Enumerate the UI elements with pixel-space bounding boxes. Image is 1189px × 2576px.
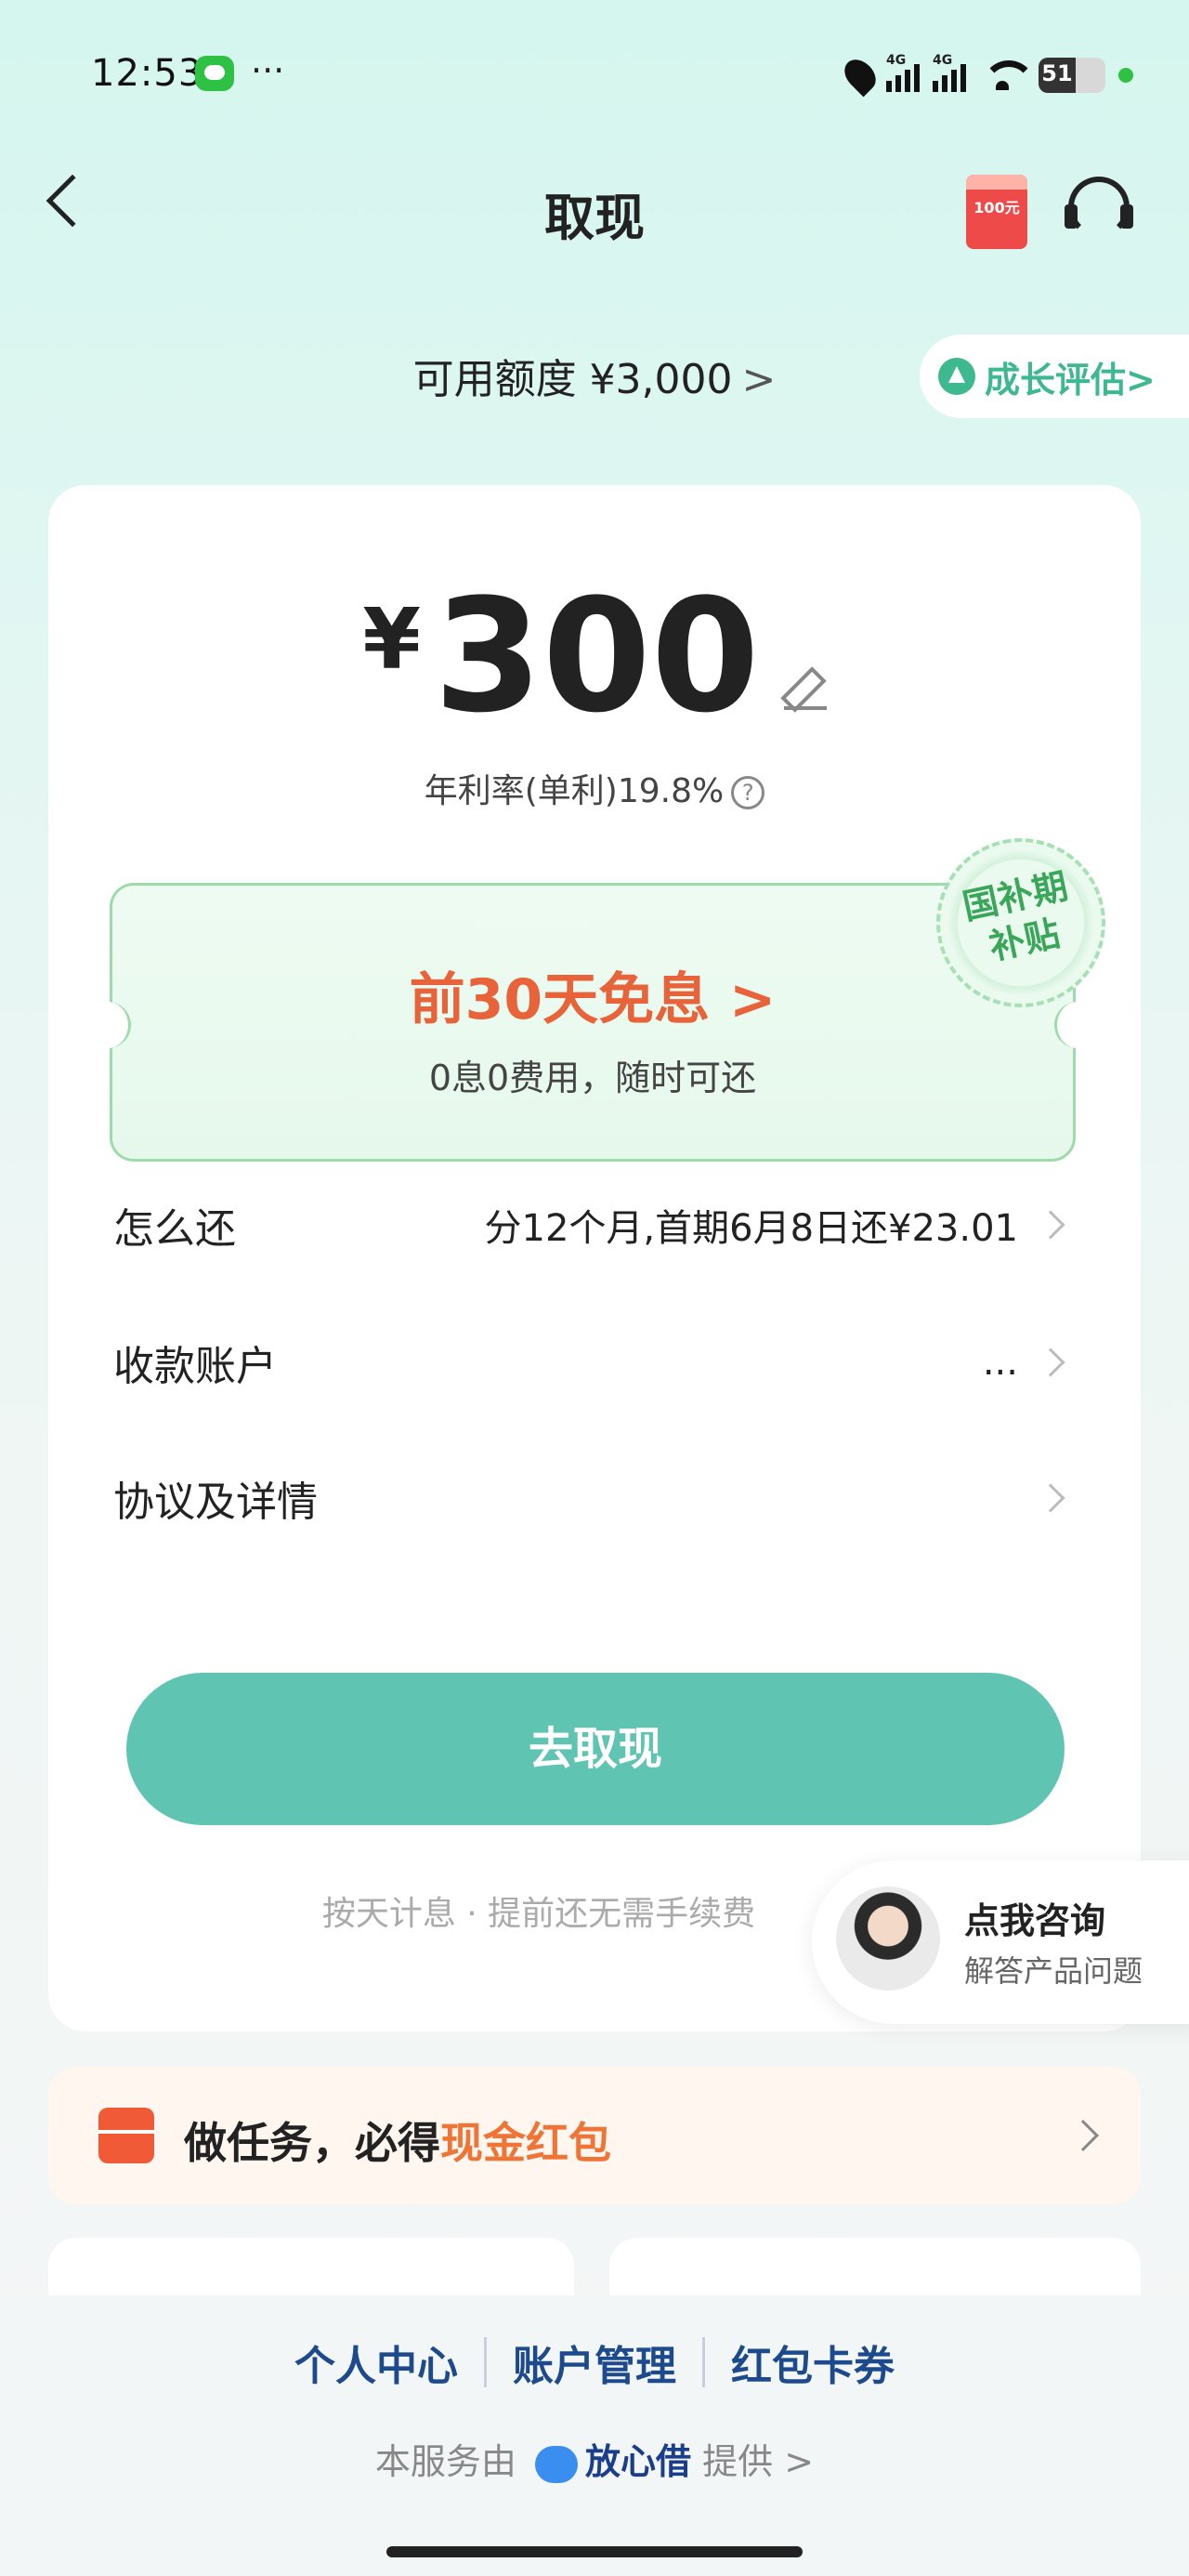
footer-links: 个人中心 账户管理 红包卡券 (0, 2333, 1189, 2392)
receiving-account-row[interactable]: 收款账户 ... (113, 1325, 1070, 1400)
status-icons: 4G 4G 51 (838, 52, 1133, 99)
divider (702, 2337, 705, 2387)
network-tag: 4G (886, 53, 907, 68)
interest-free-promo[interactable]: 前30天免息 > 0息0费用，随时可还 (107, 883, 1078, 1162)
receiving-account-value: ... (982, 1341, 1018, 1384)
divider (484, 2337, 487, 2387)
promo-subtitle: 0息0费用，随时可还 (428, 1058, 757, 1098)
receiving-account-label: 收款账户 (113, 1343, 277, 1390)
growth-assessment-button[interactable]: 成长评估> (920, 335, 1189, 418)
help-icon[interactable]: ? (731, 776, 765, 809)
message-app-icon (195, 56, 234, 91)
provider-prefix: 本服务由 (374, 2441, 516, 2482)
personal-center-link[interactable]: 个人中心 (294, 2333, 458, 2392)
coupons-link[interactable]: 红包卡券 (731, 2333, 895, 2392)
available-credit-text: 可用额度 ¥3,000 (412, 356, 733, 403)
repayment-plan-value: 分12个月,首期6月8日还¥23.01 (484, 1207, 1018, 1250)
agreement-details-label: 协议及详情 (113, 1479, 318, 1526)
amount-display[interactable]: ¥300 (48, 578, 1141, 734)
brand-logo-icon (535, 2445, 579, 2483)
agreement-details-row[interactable]: 协议及详情 (113, 1461, 1070, 1535)
chevron-right-icon (1036, 1210, 1065, 1240)
withdraw-button[interactable]: 去取现 (126, 1673, 1065, 1825)
arrow-up-icon (938, 358, 975, 395)
withdraw-card: ¥300 年利率(单利)19.8%? 前30天免息 > 0息0费用，随时可还 国… (48, 485, 1141, 2031)
signal-icon-2: 4G (933, 53, 966, 92)
privacy-indicator-icon (1118, 68, 1133, 83)
edit-icon[interactable] (783, 667, 827, 710)
repayment-plan-row[interactable]: 怎么还 分12个月,首期6月8日还¥23.01 (113, 1188, 1070, 1262)
red-packet-icon[interactable]: 100元 (966, 175, 1027, 249)
wifi-icon (979, 59, 1036, 92)
location-icon (838, 53, 882, 98)
chevron-right-icon: > (741, 356, 777, 403)
account-management-link[interactable]: 账户管理 (513, 2333, 676, 2392)
chevron-right-icon (1067, 2120, 1099, 2151)
currency-symbol: ¥ (362, 591, 421, 689)
task-text: 做任务，必得现金红包 (184, 2109, 611, 2171)
red-packet-label: 100元 (973, 199, 1020, 217)
battery-level: 51 (1041, 60, 1073, 86)
amount-value: 300 (433, 565, 760, 747)
signal-icon: 4G (886, 53, 920, 92)
chevron-right-icon (1036, 1483, 1065, 1513)
red-packet-icon (98, 2108, 154, 2163)
interest-rate-text: 年利率(单利)19.8% (424, 772, 725, 810)
repayment-plan-label: 怎么还 (113, 1205, 236, 1253)
task-text-prefix: 做任务，必得 (184, 2118, 440, 2168)
status-time: 12:53 (91, 52, 203, 95)
provider-suffix: 提供 > (702, 2441, 815, 2482)
consult-title: 点我咨询 (964, 1900, 1106, 1941)
consult-subtitle: 解答产品问题 (964, 1953, 1143, 1989)
consult-floating-button[interactable]: 点我咨询 解答产品问题 (812, 1860, 1189, 2024)
interest-rate: 年利率(单利)19.8%? (48, 764, 1141, 812)
customer-service-icon[interactable] (1065, 177, 1133, 238)
battery-icon: 51 (1039, 58, 1105, 93)
promo-title: 前30天免息 > (409, 967, 777, 1032)
home-indicator[interactable] (386, 2546, 803, 2557)
network-tag-2: 4G (933, 53, 953, 68)
footer: 个人中心 账户管理 红包卡券 本服务由 放心借 提供 > (0, 2295, 1189, 2576)
chevron-right-icon (1036, 1347, 1065, 1377)
growth-assessment-label: 成长评估> (985, 359, 1156, 401)
provider-brand: 放心借 (585, 2441, 692, 2482)
more-notifications-icon: ··· (251, 50, 285, 91)
service-provider[interactable]: 本服务由 放心借 提供 > (0, 2433, 1189, 2484)
task-banner[interactable]: 做任务，必得现金红包 (48, 2067, 1141, 2204)
avatar (836, 1886, 940, 1991)
task-text-highlight: 现金红包 (440, 2118, 611, 2168)
